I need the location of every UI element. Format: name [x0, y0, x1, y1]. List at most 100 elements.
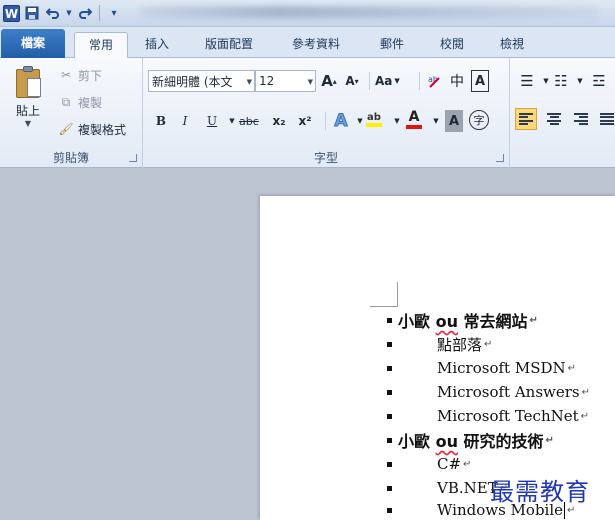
- bullet-icon: [387, 341, 392, 347]
- bullets-icon[interactable]: ☰: [518, 70, 536, 92]
- redo-icon[interactable]: [76, 4, 94, 22]
- undo-icon[interactable]: [44, 4, 62, 22]
- format-painter-button[interactable]: 🖌 複製格式: [58, 119, 126, 139]
- font-name-combo[interactable]: 新細明體 (本文 ▼: [148, 70, 255, 92]
- italic-button[interactable]: I: [176, 110, 194, 132]
- font-group: 新細明體 (本文 ▼ 12 ▼ A ▴ A ▾ Aa ▼ ab 中 A B I U ▼…: [143, 58, 510, 168]
- tab-mailings[interactable]: 郵件: [370, 32, 414, 58]
- align-center-button[interactable]: [543, 108, 565, 130]
- spelling-error-mark: ou: [435, 432, 458, 451]
- tab-view[interactable]: 檢視: [490, 32, 534, 58]
- copy-icon: ⧉: [61, 94, 71, 109]
- clipboard-launcher-icon[interactable]: [129, 154, 137, 162]
- font-size-combo[interactable]: 12 ▼: [255, 70, 316, 92]
- highlight-color-icon[interactable]: ab: [365, 108, 383, 130]
- font-color-dropdown-icon[interactable]: ▼: [427, 110, 445, 132]
- superscript-button[interactable]: x²: [296, 110, 314, 132]
- tab-home[interactable]: 常用: [74, 32, 128, 59]
- bullet-icon: [387, 413, 392, 419]
- paragraph-mark-icon: ↵: [529, 314, 538, 326]
- bullet-icon: [387, 389, 392, 395]
- word-app-icon[interactable]: W: [3, 4, 20, 22]
- font-color-icon[interactable]: A: [405, 108, 423, 130]
- list-item[interactable]: Microsoft Answers ↵: [387, 380, 590, 404]
- character-border-icon[interactable]: A: [471, 70, 489, 92]
- clipboard-group-label: 剪貼簿: [52, 151, 89, 165]
- paragraph-group: ☰ ▼ ☷ ▼ ☲: [510, 58, 615, 168]
- bold-button[interactable]: B: [152, 110, 170, 132]
- bullet-icon: [387, 365, 392, 371]
- grow-font-button[interactable]: A ▴: [320, 70, 338, 92]
- paste-dropdown-icon[interactable]: ▼: [6, 119, 50, 128]
- tab-page-layout[interactable]: 版面配置: [195, 32, 263, 58]
- paragraph-mark-icon: ↵: [545, 434, 554, 446]
- scissors-icon: ✂: [60, 68, 72, 82]
- text-effects-icon[interactable]: A: [332, 110, 350, 132]
- paste-button[interactable]: 貼上 ▼: [6, 64, 50, 142]
- align-right-button[interactable]: [570, 108, 592, 130]
- font-size-dropdown-icon[interactable]: ▼: [308, 78, 313, 86]
- tab-file[interactable]: 檔案: [1, 29, 65, 58]
- align-right-icon: [574, 113, 588, 125]
- phonetic-guide-icon[interactable]: 中: [448, 70, 466, 92]
- font-separator-3: [325, 112, 326, 130]
- document-workspace: [0, 168, 615, 520]
- align-center-icon: [547, 113, 561, 125]
- list-item[interactable]: Microsoft MSDN ↵: [387, 356, 576, 380]
- align-left-button[interactable]: [515, 108, 537, 130]
- shrink-font-icon: A: [345, 74, 355, 88]
- paragraph-mark-icon: ↵: [484, 338, 493, 350]
- title-bar: W ▼ ▾: [0, 0, 615, 27]
- bullet-icon: [387, 317, 392, 323]
- quick-access-toolbar: W ▼ ▾: [3, 4, 123, 22]
- tab-references[interactable]: 參考資料: [282, 32, 350, 58]
- list-item[interactable]: 小歐 ou 研究的技術 ↵: [387, 428, 554, 452]
- window-title-blurred: [140, 6, 600, 18]
- list-item[interactable]: 點部落 ↵: [387, 332, 492, 356]
- list-item-text: Microsoft MSDN: [437, 359, 566, 377]
- paragraph-mark-icon: ↵: [581, 386, 591, 398]
- subscript-button[interactable]: x₂: [270, 110, 288, 132]
- ribbon-tab-row: 檔案 常用 插入 版面配置 參考資料 郵件 校閱 檢視: [0, 27, 615, 59]
- paragraph-mark-icon: ↵: [463, 458, 472, 470]
- paragraph-mark-icon: ↵: [567, 362, 577, 374]
- save-icon[interactable]: [23, 4, 41, 22]
- underline-button[interactable]: U: [203, 110, 221, 132]
- strikethrough-button[interactable]: abc: [239, 110, 259, 132]
- list-item-text: 點部落: [437, 335, 483, 354]
- highlight-dropdown-icon[interactable]: ▼: [388, 110, 406, 132]
- bullet-icon: [387, 461, 392, 467]
- paste-icon: [14, 66, 42, 98]
- font-launcher-icon[interactable]: [496, 154, 504, 162]
- copy-label: 複製: [78, 95, 103, 110]
- spelling-error-mark: ou: [435, 312, 458, 331]
- paragraph-mark-icon: ↵: [580, 410, 590, 422]
- list-item[interactable]: Microsoft TechNet ↵: [387, 404, 589, 428]
- multilevel-list-icon[interactable]: ☲: [590, 70, 608, 92]
- list-item[interactable]: C# ↵: [387, 452, 471, 476]
- customize-qat-icon[interactable]: ▾: [105, 4, 123, 22]
- justify-button[interactable]: [596, 108, 615, 130]
- change-case-button[interactable]: Aa ▼: [375, 70, 400, 92]
- cut-label: 剪下: [78, 68, 103, 83]
- enclose-characters-icon[interactable]: 字: [469, 110, 489, 130]
- tab-review[interactable]: 校閱: [430, 32, 474, 58]
- clear-formatting-icon[interactable]: ab: [426, 70, 444, 92]
- qat-separator: [99, 5, 100, 21]
- font-name-dropdown-icon[interactable]: ▼: [247, 78, 252, 86]
- numbering-icon[interactable]: ☷: [552, 70, 570, 92]
- list-item-text: 小歐 ou 常去網站: [398, 312, 528, 331]
- grow-font-icon: A: [321, 72, 333, 90]
- undo-dropdown-icon[interactable]: ▼: [65, 4, 73, 22]
- font-separator-2: [419, 72, 420, 90]
- shrink-font-button[interactable]: A ▾: [343, 70, 361, 92]
- paste-label: 貼上: [15, 104, 40, 118]
- change-case-icon: Aa: [375, 74, 393, 88]
- numbering-dropdown-icon[interactable]: ▼: [571, 70, 589, 92]
- tab-insert[interactable]: 插入: [135, 32, 179, 58]
- list-item-text: Microsoft Answers: [437, 383, 580, 401]
- character-shading-icon[interactable]: A: [445, 110, 463, 132]
- cut-button[interactable]: ✂ 剪下: [58, 65, 102, 85]
- list-item[interactable]: 小歐 ou 常去網站 ↵: [387, 308, 538, 332]
- copy-button[interactable]: ⧉ 複製: [58, 92, 102, 112]
